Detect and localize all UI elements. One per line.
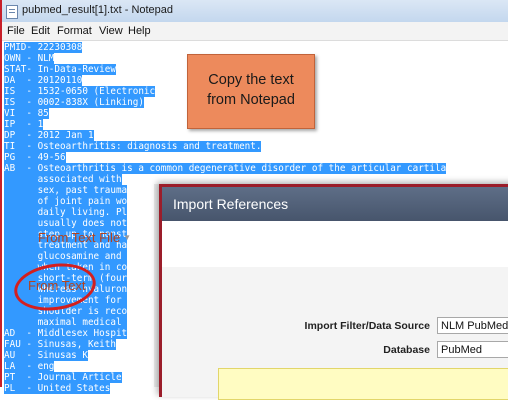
notepad-text-line: associated with bbox=[4, 174, 122, 185]
notepad-text-line: sex, past trauma bbox=[4, 185, 128, 196]
database-select[interactable]: PubMed bbox=[437, 341, 508, 358]
section-from-text-file bbox=[162, 221, 508, 267]
notepad-text-line: DA - 20120110 bbox=[4, 75, 83, 86]
notepad-menubar: File Edit Format View Help bbox=[2, 22, 508, 41]
notepad-text-line: PL - United States bbox=[4, 383, 111, 394]
notepad-text-line: PG - 49-56 bbox=[4, 152, 66, 163]
notepad-text-line: VI - 85 bbox=[4, 108, 49, 119]
caret-down-icon: ▼ bbox=[123, 233, 132, 242]
callout-line-2: from Notepad bbox=[207, 92, 295, 108]
notice-bar bbox=[218, 368, 508, 400]
notepad-text-line: IS - 0002-838X (Linking) bbox=[4, 97, 144, 108]
notepad-text-line: AD - Middlesex Hospit bbox=[4, 328, 128, 339]
notepad-text-line: LA - eng bbox=[4, 361, 55, 372]
notepad-text-line: PMID- 22230308 bbox=[4, 42, 83, 53]
notepad-text-line: OWN - NLM bbox=[4, 53, 55, 64]
notepad-text-line: AB - Osteoarthritis is a common degenera… bbox=[4, 163, 447, 174]
from-text-file-link[interactable]: From Text File ▼ bbox=[38, 230, 131, 245]
from-text-file-label: From Text File bbox=[38, 230, 121, 245]
import-filter-select[interactable]: NLM PubMed bbox=[437, 317, 508, 334]
notepad-title: pubmed_result[1].txt - Notepad bbox=[22, 4, 174, 16]
notepad-icon bbox=[6, 5, 18, 19]
notepad-text-line: glucosamine and bbox=[4, 251, 128, 262]
menu-file[interactable]: File bbox=[7, 25, 25, 37]
notepad-text-line: TI - Osteoarthritis: diagnosis and treat… bbox=[4, 141, 262, 152]
import-filter-label: Import Filter/Data Source bbox=[304, 320, 430, 332]
notepad-text-line: IP - 1 bbox=[4, 119, 44, 130]
menu-help[interactable]: Help bbox=[128, 25, 151, 37]
dialog-header: Import References bbox=[162, 187, 508, 221]
notepad-text-line: AU - Sinusas K bbox=[4, 350, 88, 361]
menu-format[interactable]: Format bbox=[57, 25, 92, 37]
callout-copy-text: Copy the text from Notepad bbox=[187, 54, 315, 129]
dialog-title: Import References bbox=[173, 196, 289, 212]
callout-line-1: Copy the text bbox=[208, 72, 294, 88]
import-references-dialog: Import References bbox=[159, 184, 508, 397]
notepad-text-line: maximal medical bbox=[4, 317, 128, 328]
menu-edit[interactable]: Edit bbox=[31, 25, 50, 37]
notepad-text-line: usually does not bbox=[4, 218, 128, 229]
database-label: Database bbox=[383, 344, 430, 356]
notepad-text-line: FAU - Sinusas, Keith bbox=[4, 339, 116, 350]
notepad-text-line: DP - 2012 Jan 1 bbox=[4, 130, 94, 141]
notepad-titlebar[interactable]: pubmed_result[1].txt - Notepad bbox=[2, 0, 508, 23]
notepad-text-line: of joint pain wo bbox=[4, 196, 128, 207]
menu-view[interactable]: View bbox=[99, 25, 123, 37]
notepad-text-line: PT - Journal Article bbox=[4, 372, 122, 383]
notepad-text-line: STAT- In-Data-Review bbox=[4, 64, 116, 75]
notepad-text-line: daily living. Pl bbox=[4, 207, 128, 218]
notepad-text-line: IS - 1532-0650 (Electronic bbox=[4, 86, 156, 97]
